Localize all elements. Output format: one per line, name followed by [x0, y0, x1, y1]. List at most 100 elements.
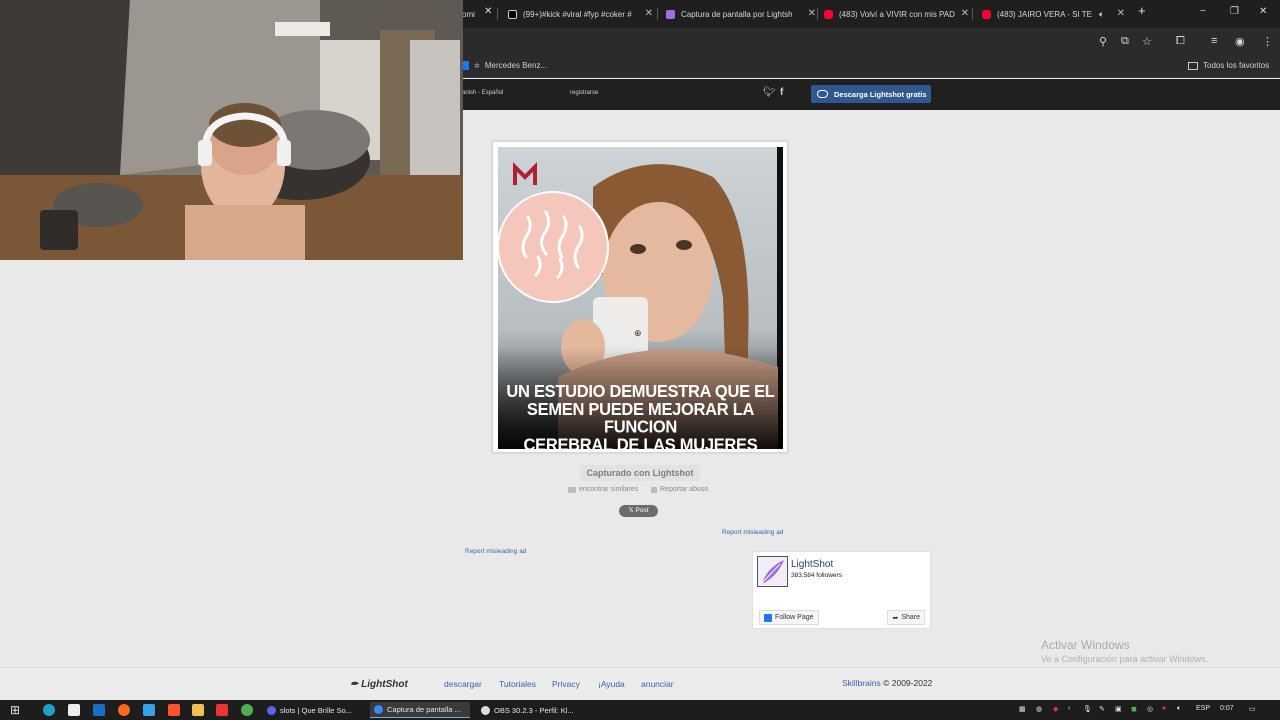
app-icon[interactable] [216, 704, 228, 716]
report-ad-link[interactable]: Report misleading ad [722, 529, 783, 536]
tab-lightshot[interactable]: Captura de pantalla por Lightsh ✕ [666, 4, 816, 24]
all-favorites-label: Todos los favoritos [1203, 61, 1270, 70]
tab-close-icon[interactable]: ✕ [808, 8, 816, 19]
youtube-icon [824, 9, 833, 19]
microphone-icon[interactable]: 🎙︎ [1083, 705, 1092, 713]
page-name-link[interactable]: LightShot [791, 559, 833, 570]
find-similar-label: encontrar similares [579, 486, 639, 493]
tab-label: (99+)#kick #viral #fyp #coker # [523, 9, 632, 19]
share-label: Share [901, 614, 920, 621]
new-tab-button[interactable]: + [1138, 3, 1146, 18]
volume-icon[interactable]: 🔈︎ [1177, 705, 1181, 713]
chrome-icon [374, 705, 383, 714]
windows-taskbar: ⊞ slots | Que Brille So... Captura de pa… [0, 700, 1280, 720]
notification-icon[interactable]: ▭ [1249, 705, 1256, 713]
media-control-icon[interactable]: ≡ [1211, 35, 1217, 47]
extensions-icon[interactable]: ⧠ [1176, 35, 1185, 48]
tray-icon[interactable]: ● [1162, 705, 1166, 712]
speaker-icon[interactable]: 🔈︎ [1099, 9, 1104, 20]
taskbar-app-obs[interactable]: OBS 30.2.3 - Perfil: Kl... [477, 702, 579, 718]
tray-icon[interactable]: ▦ [1019, 705, 1026, 713]
tray-icon[interactable]: ◆ [1053, 705, 1058, 713]
clock[interactable]: 0:07 [1220, 705, 1234, 712]
taskbar-app-label: Captura de pantalla ... [387, 705, 461, 714]
footer-link-privacy[interactable]: Privacy [552, 679, 580, 689]
firefox-icon[interactable] [118, 704, 130, 716]
file-explorer-icon[interactable] [192, 704, 204, 716]
tab-close-icon[interactable]: ✕ [1117, 8, 1125, 19]
tray-icon[interactable]: ▣ [1115, 705, 1122, 713]
tab-tiktok[interactable]: (99+)#kick #viral #fyp #coker # ✕ [508, 4, 653, 24]
activate-windows-subtitle: Ve a Configuración para activar Windows. [1041, 654, 1209, 664]
tab-close-icon[interactable]: ✕ [484, 6, 492, 17]
report-abuse-link[interactable]: Reportar abuso [651, 486, 708, 493]
close-window-button[interactable]: ✕ [1259, 6, 1267, 17]
register-link[interactable]: registrarse [570, 90, 598, 96]
tab-partial[interactable]: omi [462, 4, 486, 24]
footer-logo[interactable]: ✒ LightShot [350, 679, 408, 690]
footer-link-advertise[interactable]: anunciar [641, 679, 674, 689]
taskbar-app-discord[interactable]: slots | Que Brille So... [263, 702, 363, 718]
tray-icon[interactable]: ◍ [1036, 705, 1042, 713]
skillbrains-link[interactable]: Skillbrains [842, 678, 881, 688]
webcam-image [0, 0, 463, 260]
zoom-cursor-icon: ⊕ [634, 328, 642, 338]
twitter-icon[interactable]: 🐦︎ [763, 87, 776, 98]
screenshot-image[interactable]: UN ESTUDIO DEMUESTRA QUE EL SEMEN PUEDE … [498, 147, 783, 449]
tab-separator [657, 8, 658, 20]
tab-youtube-1[interactable]: (483) Volví a VIVIR con mis PAD ✕ [824, 4, 969, 24]
x-post-button[interactable]: 𝕏 Post [619, 505, 658, 517]
install-app-icon[interactable]: ⧉ [1121, 35, 1129, 48]
all-favorites-button[interactable]: Todos los favoritos [1188, 61, 1269, 70]
nvidia-icon[interactable]: ◼ [1131, 705, 1137, 713]
page-avatar[interactable] [757, 556, 788, 587]
download-label: Descarga Lightshot gratis [834, 89, 927, 99]
headline-line: CEREBRAL DE LAS MUJERES [523, 435, 758, 449]
profile-icon[interactable]: ◉ [1235, 35, 1245, 48]
minimize-button[interactable]: − [1200, 6, 1206, 17]
copyright: Skillbrains © 2009-2022 [842, 678, 932, 688]
chevron-up-icon[interactable]: ‹ [1068, 705, 1070, 712]
edge-icon[interactable] [43, 704, 55, 716]
chrome-icon[interactable] [241, 704, 253, 716]
language-indicator[interactable]: ESP [1196, 705, 1210, 712]
tab-separator [972, 8, 973, 20]
store-icon[interactable] [68, 704, 80, 716]
tab-close-icon[interactable]: ✕ [645, 8, 653, 19]
bookmark-label: Mercedes Benz... [484, 61, 548, 70]
report-ad-link[interactable]: Report misleading ad [465, 548, 526, 555]
facebook-icon [764, 613, 772, 622]
webcam-overlay [0, 0, 463, 260]
maximize-button[interactable]: ❐ [1230, 6, 1239, 17]
feather-icon: ✒ [350, 679, 359, 690]
find-similar-link[interactable]: encontrar similares [568, 486, 638, 493]
follow-page-button[interactable]: Follow Page [759, 610, 819, 625]
start-menu-icon[interactable]: ⊞ [10, 703, 20, 717]
tray-icon[interactable]: ✎ [1099, 705, 1105, 713]
bookmark-star-icon[interactable]: ☆ [1142, 35, 1152, 48]
report-abuse-label: Reportar abuso [660, 486, 709, 493]
tiktok-icon [508, 9, 517, 19]
facebook-icon[interactable]: f [780, 87, 783, 98]
share-button[interactable]: ➦ Share [887, 610, 925, 625]
tab-separator [497, 8, 498, 20]
youtube-icon [982, 9, 991, 19]
tray-icon[interactable]: ◎ [1147, 705, 1153, 713]
app-icon[interactable] [143, 704, 155, 716]
zoom-icon[interactable]: ⚲ [1099, 35, 1107, 48]
footer-link-download[interactable]: descargar [444, 679, 482, 689]
brave-icon[interactable] [168, 704, 180, 716]
mercedes-logo-icon: ✲ [474, 62, 480, 70]
menu-icon[interactable]: ⋮ [1262, 35, 1273, 48]
bookmark-item-mercedes[interactable]: ✲ Mercedes Benz... [462, 61, 547, 70]
mail-icon[interactable] [93, 704, 105, 716]
language-selector[interactable]: anish - Español [462, 90, 503, 96]
tab-close-icon[interactable]: ✕ [961, 8, 969, 19]
tab-youtube-2[interactable]: (483) JAIRO VERA - SI TE V 🔈︎ ✕ [982, 4, 1125, 24]
footer-link-help[interactable]: ¡Ayuda [598, 679, 625, 689]
footer-link-tutorials[interactable]: Tutoriales [499, 679, 536, 689]
download-lightshot-button[interactable]: Descarga Lightshot gratis [811, 85, 931, 103]
image-icon [568, 486, 576, 493]
taskbar-app-chrome[interactable]: Captura de pantalla ... [370, 702, 470, 718]
tab-label: (483) Volví a VIVIR con mis PAD [839, 9, 955, 19]
